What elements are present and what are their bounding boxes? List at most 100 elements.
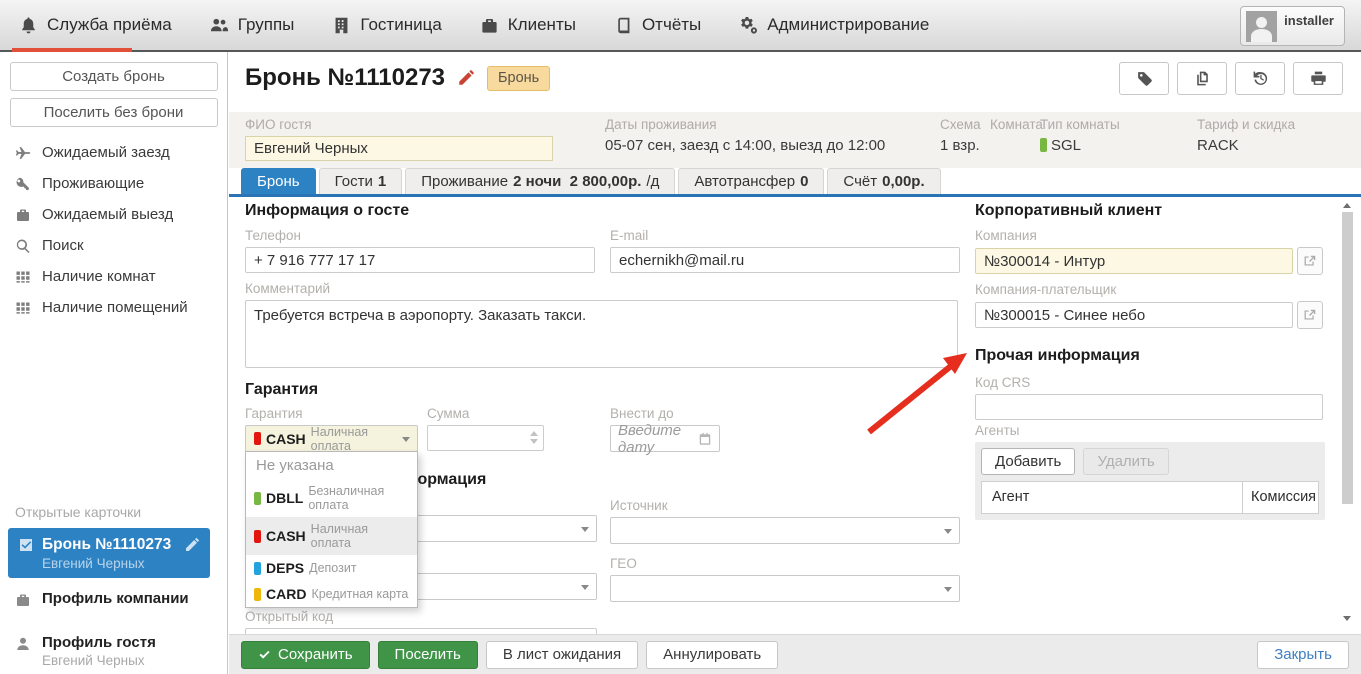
edit-title-pencil-icon[interactable] (457, 69, 475, 87)
phone-input[interactable] (245, 247, 595, 273)
option-color-pill (254, 588, 261, 601)
guarantee-select-label: Гарантия (245, 406, 418, 421)
phone-label: Телефон (245, 228, 595, 243)
nav-clients[interactable]: Клиенты (461, 0, 595, 50)
payer-company-input[interactable] (975, 302, 1293, 328)
sidebar-item-residents[interactable]: Проживающие (0, 168, 227, 199)
number-stepper[interactable] (530, 431, 538, 444)
top-navigation: Служба приёма Группы Гостиница Клиенты О… (0, 0, 1361, 52)
waitlist-button[interactable]: В лист ожидания (486, 641, 638, 669)
room-label: Комната (990, 117, 1043, 132)
guarantee-select[interactable]: CASH Наличная оплата (245, 425, 418, 452)
email-label: E-mail (610, 228, 960, 243)
tab-invoice[interactable]: Счёт0,00р. (827, 168, 940, 194)
save-button[interactable]: Сохранить (241, 641, 370, 669)
booking-toolbar (1119, 62, 1343, 95)
status-badge: Бронь (487, 66, 550, 91)
footer-actions: Сохранить Поселить В лист ожидания Аннул… (229, 634, 1361, 674)
guest-profile-label: Профиль гостя (42, 634, 156, 651)
source-field: Источник (610, 498, 960, 544)
scrollbar-up-arrow[interactable] (1343, 203, 1351, 208)
chevron-down-icon (581, 585, 589, 590)
due-date-label: Внести до (610, 406, 720, 421)
guarantee-option-deps[interactable]: DEPS Депозит (246, 555, 417, 581)
open-card-company-profile[interactable]: Профиль компании (0, 578, 227, 608)
chevron-down-icon (944, 529, 952, 534)
title-row: Бронь №1110273 Бронь (245, 64, 550, 92)
guarantee-option-card[interactable]: CARD Кредитная карта (246, 581, 417, 607)
open-card-title: Бронь №1110273 (42, 536, 176, 554)
create-booking-button[interactable]: Создать бронь (10, 62, 218, 91)
tab-transfer[interactable]: Автотрансфер0 (678, 168, 824, 194)
sidebar-item-room-availability[interactable]: Наличие комнат (0, 261, 227, 292)
grid-icon (15, 300, 31, 316)
chevron-down-icon (402, 437, 410, 442)
scrollbar-thumb[interactable] (1342, 212, 1353, 504)
open-card-guest-profile[interactable]: Профиль гостя Евгений Черных (0, 622, 227, 668)
option-color-pill (254, 492, 261, 505)
nav-label: Служба приёма (47, 15, 172, 35)
crs-code-input[interactable] (975, 394, 1323, 420)
email-input[interactable] (610, 247, 960, 273)
nav-reports[interactable]: Отчёты (595, 0, 720, 50)
add-agent-button[interactable]: Добавить (981, 448, 1075, 475)
source-dropdown[interactable] (610, 517, 960, 544)
open-code-label: Открытый код (245, 609, 597, 624)
guest-name-input[interactable] (245, 136, 553, 161)
pencil-icon[interactable] (184, 537, 200, 553)
annul-button[interactable]: Аннулировать (646, 641, 778, 669)
calendar-icon (698, 432, 712, 446)
open-card-booking[interactable]: Бронь №1110273 Евгений Черных (8, 528, 210, 578)
tags-button[interactable] (1119, 62, 1169, 95)
tab-stay[interactable]: Проживание2 ночи 2 800,00р./д (405, 168, 675, 194)
close-button[interactable]: Закрыть (1257, 641, 1349, 669)
user-name: installer (1284, 11, 1334, 28)
due-date-placeholder: Введите дату (618, 422, 698, 456)
sidebar-item-expected-departure[interactable]: Ожидаемый выезд (0, 199, 227, 230)
sidebar-item-space-availability[interactable]: Наличие помещений (0, 292, 227, 323)
nav-label: Группы (238, 15, 295, 35)
crs-code-field: Код CRS (975, 375, 1323, 420)
nav-hotel[interactable]: Гостиница (313, 0, 460, 50)
guarantee-option-dbll[interactable]: DBLL Безналичная оплата (246, 479, 417, 517)
user-menu[interactable]: installer (1240, 6, 1345, 46)
print-button[interactable] (1293, 62, 1343, 95)
other-info-heading: Прочая информация (975, 347, 1140, 365)
checkin-without-booking-button[interactable]: Поселить без брони (10, 98, 218, 127)
open-payer-company-button[interactable] (1297, 301, 1323, 329)
tab-guests[interactable]: Гости1 (319, 168, 403, 194)
nav-reception[interactable]: Служба приёма (0, 0, 191, 50)
comment-textarea[interactable]: Требуется встреча в аэропорту. Заказать … (245, 300, 958, 368)
nav-groups[interactable]: Группы (191, 0, 314, 50)
bell-icon (19, 16, 38, 35)
tab-booking[interactable]: Бронь (241, 168, 316, 194)
guarantee-option-cash[interactable]: CASH Наличная оплата (246, 517, 417, 555)
sidebar-item-label: Ожидаемый выезд (42, 206, 173, 223)
sidebar-item-label: Проживающие (42, 175, 144, 192)
tariff-field: Тариф и скидка RACK (1197, 117, 1295, 154)
sidebar-menu: Ожидаемый заезд Проживающие Ожидаемый вы… (0, 137, 227, 323)
external-link-icon (1303, 308, 1317, 322)
sidebar-item-expected-arrival[interactable]: Ожидаемый заезд (0, 137, 227, 168)
tag-icon (1136, 70, 1153, 87)
scheme-label: Схема (940, 117, 981, 132)
briefcase-icon (15, 592, 31, 608)
tariff-label: Тариф и скидка (1197, 117, 1295, 132)
agents-label: Агенты (975, 423, 1325, 438)
company-input[interactable] (975, 248, 1293, 274)
checkin-button[interactable]: Поселить (378, 641, 478, 669)
history-button[interactable] (1235, 62, 1285, 95)
nav-administration[interactable]: Администрирование (720, 0, 948, 50)
sidebar-item-search[interactable]: Поиск (0, 230, 227, 261)
scrollbar-down-arrow[interactable] (1343, 616, 1351, 621)
sum-input[interactable] (427, 425, 544, 451)
external-link-icon (1303, 254, 1317, 268)
booking-tabs: Бронь Гости1 Проживание2 ночи 2 800,00р.… (229, 168, 1361, 197)
sidebar: Создать бронь Поселить без брони Ожидаем… (0, 52, 228, 674)
guarantee-option-none[interactable]: Не указана (246, 452, 417, 479)
copy-button[interactable] (1177, 62, 1227, 95)
delete-agent-button[interactable]: Удалить (1083, 448, 1168, 475)
due-date-input[interactable]: Введите дату (610, 425, 720, 452)
geo-dropdown[interactable] (610, 575, 960, 602)
open-company-button[interactable] (1297, 247, 1323, 275)
